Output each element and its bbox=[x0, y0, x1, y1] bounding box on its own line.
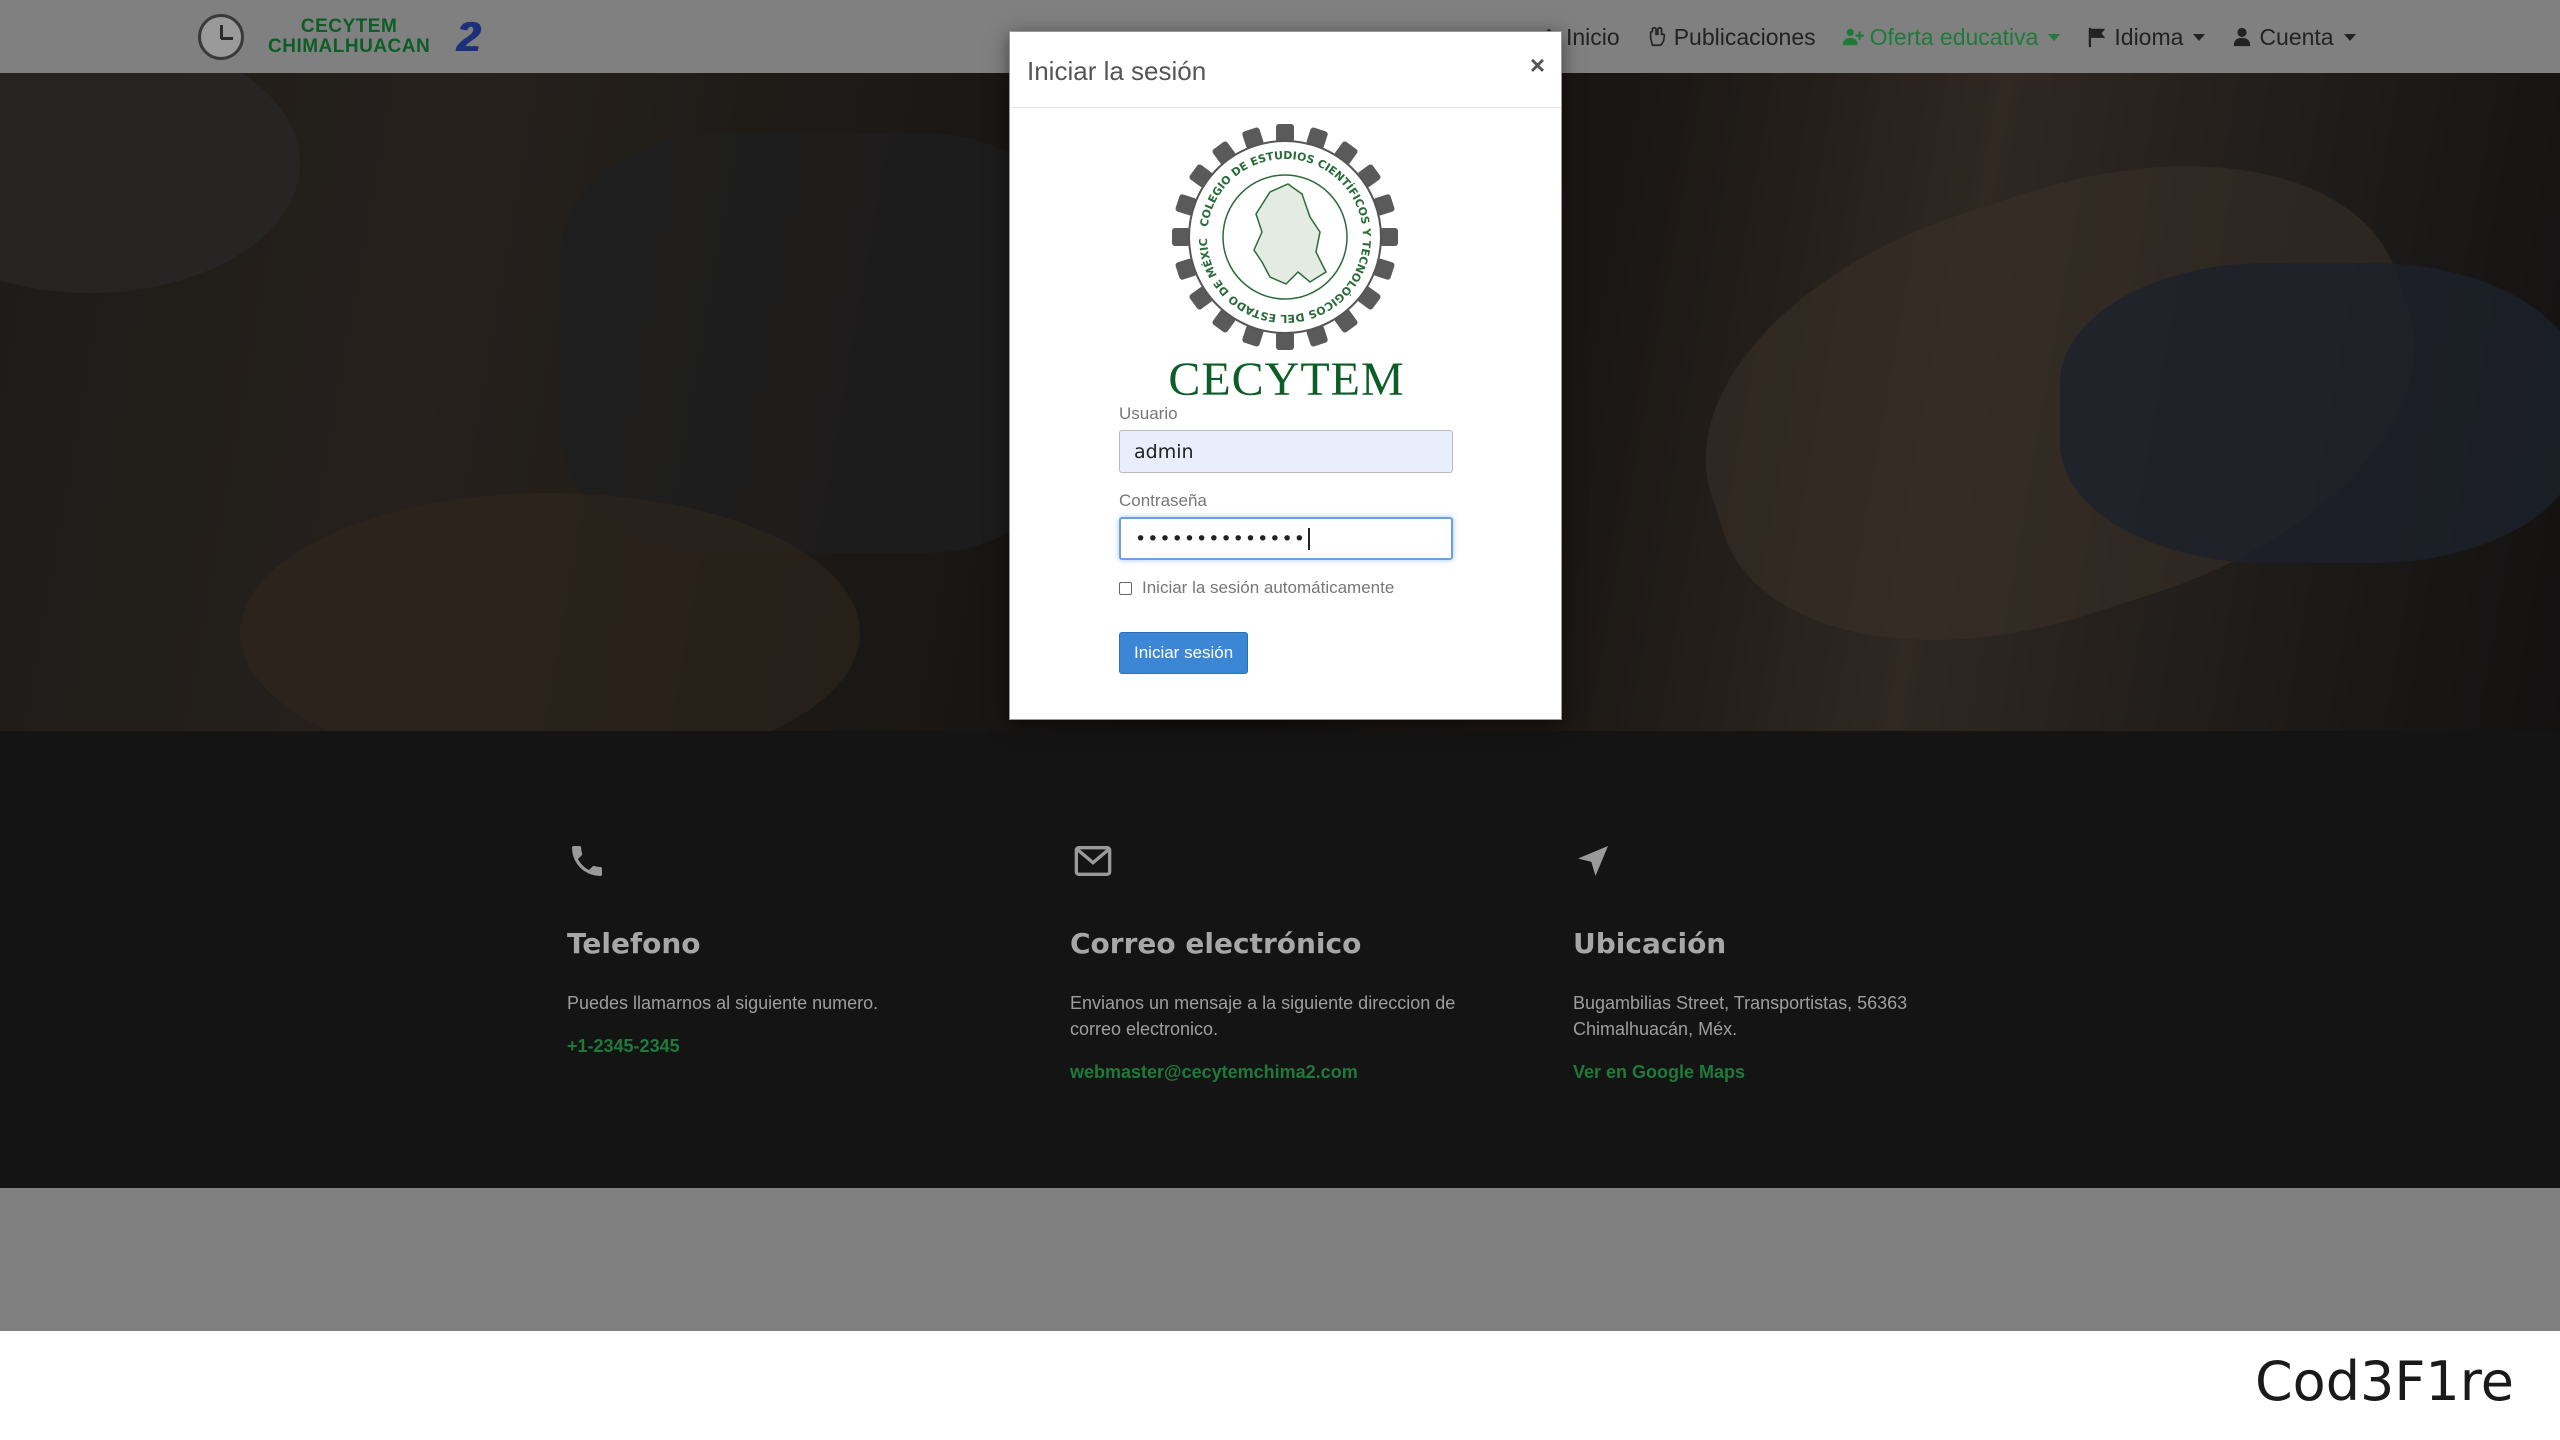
bottom-band bbox=[0, 1188, 2560, 1331]
hand-icon bbox=[1649, 27, 1665, 47]
password-dots: •••••••••••••• bbox=[1135, 527, 1306, 550]
phone-icon bbox=[572, 846, 602, 876]
contact-location-link[interactable]: Ver en Google Maps bbox=[1573, 1062, 1993, 1083]
nav-item-publicaciones[interactable]: Publicaciones bbox=[1646, 24, 1816, 51]
login-modal: Iniciar la sesión × COLEGIO DE ESTUDIOS … bbox=[1009, 31, 1562, 720]
remember-me[interactable]: Iniciar la sesión automáticamente bbox=[1119, 578, 1455, 598]
contact-location: Ubicación Bugambilias Street, Transporti… bbox=[1573, 841, 1993, 1083]
watermark-text: Cod3F1re bbox=[2254, 1350, 2514, 1413]
brand-line-2: CHIMALHUACAN bbox=[268, 36, 431, 57]
remember-checkbox[interactable] bbox=[1119, 581, 1132, 595]
chevron-down-icon bbox=[2193, 33, 2206, 41]
nav-label-inicio: Inicio bbox=[1566, 23, 1620, 50]
cecytem-seal-logo: COLEGIO DE ESTUDIOS CIENTÍFICOS Y TECNOL… bbox=[1170, 122, 1398, 350]
login-form: Usuario admin Contraseña •••••••••••••• … bbox=[1119, 404, 1455, 674]
password-group: Contraseña •••••••••••••• bbox=[1119, 491, 1455, 560]
nav-item-idioma[interactable]: Idioma bbox=[2086, 23, 2206, 51]
username-group: Usuario admin bbox=[1119, 404, 1455, 473]
flag-icon bbox=[2089, 27, 2106, 48]
seal-cog-tooth bbox=[1276, 124, 1294, 142]
contact-location-title: Ubicación bbox=[1573, 927, 1727, 960]
password-label: Contraseña bbox=[1119, 491, 1207, 510]
contact-email: Correo electrónico Envianos un mensaje a… bbox=[1070, 841, 1490, 1083]
chevron-down-icon bbox=[2343, 33, 2356, 41]
contact-email-title: Correo electrónico bbox=[1070, 927, 1362, 960]
clock-icon bbox=[198, 14, 244, 60]
contact-phone-text: Puedes llamarnos al siguiente numero. bbox=[567, 993, 879, 1013]
contact-email-link[interactable]: webmaster@cecytemchima2.com bbox=[1070, 1062, 1490, 1083]
chevron-down-icon bbox=[2048, 33, 2061, 41]
remember-label: Iniciar la sesión automáticamente bbox=[1142, 578, 1395, 597]
modal-header: Iniciar la sesión × bbox=[1010, 32, 1561, 108]
close-icon[interactable]: × bbox=[1530, 50, 1545, 81]
nav-label-publicaciones: Publicaciones bbox=[1673, 23, 1816, 50]
nav-label-cuenta: Cuenta bbox=[2259, 23, 2334, 50]
brand-line-1: CECYTEM bbox=[300, 16, 398, 37]
username-label: Usuario bbox=[1119, 404, 1178, 423]
nav-label-idioma: Idioma bbox=[2114, 23, 2184, 50]
brand-logo[interactable]: CECYTEM CHIMALHUACAN 2 bbox=[198, 13, 480, 61]
seal-cog-tooth bbox=[1172, 228, 1190, 246]
envelope-icon bbox=[1074, 846, 1112, 876]
seal-cog-tooth bbox=[1380, 228, 1398, 246]
user-icon bbox=[2234, 27, 2251, 47]
contact-phone: Telefono Puedes llamarnos al siguiente n… bbox=[567, 841, 987, 1057]
location-arrow-icon bbox=[1578, 846, 1608, 876]
logo-wordmark: CECYTEM bbox=[1168, 353, 1405, 406]
password-input[interactable]: •••••••••••••• bbox=[1119, 517, 1453, 560]
nav-item-cuenta[interactable]: Cuenta bbox=[2231, 23, 2356, 51]
login-submit-button[interactable]: Iniciar sesión bbox=[1119, 632, 1249, 674]
nav-label-oferta-educativa: Oferta educativa bbox=[1869, 23, 2039, 50]
contact-phone-link[interactable]: +1-2345-2345 bbox=[567, 1036, 987, 1057]
nav-item-oferta-educativa[interactable]: Oferta educativa bbox=[1842, 24, 2061, 51]
brand-mark: 2 bbox=[456, 13, 480, 60]
contact-location-text: Bugambilias Street, Transportistas, 5636… bbox=[1573, 993, 1908, 1039]
contact-email-text: Envianos un mensaje a la siguiente direc… bbox=[1070, 993, 1456, 1039]
main-nav: Inicio Publicaciones Oferta educativa Id… bbox=[1538, 18, 2382, 56]
seal-cog-tooth bbox=[1276, 332, 1294, 350]
modal-title: Iniciar la sesión bbox=[1027, 56, 1207, 86]
contact-section: Telefono Puedes llamarnos al siguiente n… bbox=[0, 731, 2560, 1188]
brand-name: CECYTEM CHIMALHUACAN bbox=[268, 17, 430, 57]
contact-phone-title: Telefono bbox=[567, 927, 701, 960]
username-input[interactable]: admin bbox=[1119, 430, 1453, 473]
user-plus-icon bbox=[1842, 28, 1864, 46]
